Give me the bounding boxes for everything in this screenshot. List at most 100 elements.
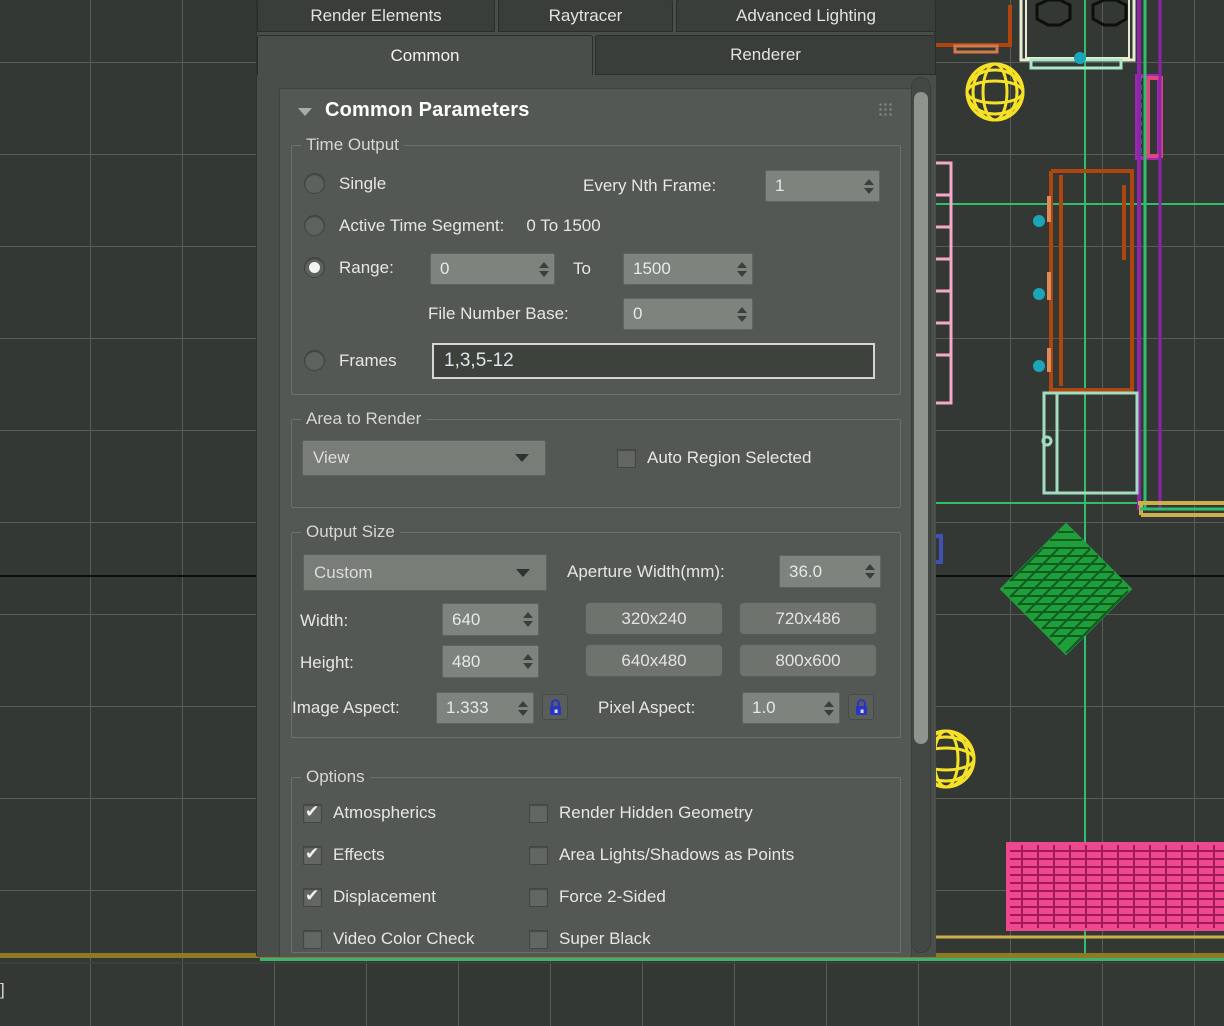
viewport-green-axis-horizontal [930,502,1224,504]
spinner-file-number-base[interactable]: 0 [623,298,753,330]
chevron-down-icon[interactable] [298,107,312,116]
render-setup-tabs-top: Render Elements Raytracer Advanced Light… [257,0,936,32]
checkbox-render-hidden-geometry[interactable] [529,803,548,823]
output-size-preset-value: Custom [314,562,373,582]
label-aperture-width: Aperture Width(mm): [567,562,725,581]
label-auto-region-selected: Auto Region Selected [647,448,812,467]
preset-button-320x240[interactable]: 320x240 [585,602,723,635]
radio-row-range[interactable]: Range: [304,257,394,278]
tab-advanced-lighting[interactable]: Advanced Lighting [676,0,936,32]
viewport-green-axis-vertical [1084,0,1086,960]
output-size-group: Output Size Custom Aperture Width(mm): 3… [291,522,901,738]
option-row-force-2-sided[interactable]: Force 2-Sided [529,887,666,907]
chevron-down-icon[interactable] [515,454,529,462]
width-value: 640 [452,609,481,629]
image-aspect-value: 1.333 [446,698,489,717]
option-row-render-hidden-geometry[interactable]: Render Hidden Geometry [529,803,753,823]
checkbox-force-2-sided[interactable] [529,887,548,907]
checkbox-super-black[interactable] [529,929,548,949]
every-nth-frame-stepper[interactable] [859,171,879,201]
spinner-aperture-width[interactable]: 36.0 [779,555,881,588]
checkbox-video-color-check[interactable] [303,929,322,949]
file-number-base-stepper[interactable] [732,299,752,329]
pixel-aspect-value: 1.0 [752,698,776,717]
option-row-effects[interactable]: Effects [303,843,385,865]
common-parameters-header[interactable]: Common Parameters [280,89,911,131]
checkbox-displacement[interactable] [303,885,322,907]
spinner-height[interactable]: 480 [442,645,539,678]
label-effects: Effects [333,845,385,864]
preset-button-640x480[interactable]: 640x480 [585,644,723,677]
rollout-title: Common Parameters [325,98,530,121]
radio-single[interactable] [304,173,325,194]
image-aspect-lock-button[interactable] [542,694,568,720]
checkbox-atmospherics[interactable] [303,801,322,823]
preset-button-800x600[interactable]: 800x600 [739,644,877,677]
value-active-time-segment: 0 To 1500 [526,215,601,235]
frames-value: 1,3,5-12 [444,350,514,371]
render-setup-panel: Render Elements Raytracer Advanced Light… [256,0,936,957]
pixel-aspect-stepper[interactable] [819,693,839,723]
file-number-base-value: 0 [633,304,643,323]
preset-button-720x486[interactable]: 720x486 [739,602,877,635]
checkbox-area-lights-shadows-as-points[interactable] [529,845,548,865]
option-row-video-color-check[interactable]: Video Color Check [303,929,474,949]
tab-raytracer[interactable]: Raytracer [498,0,673,32]
label-pixel-aspect: Pixel Aspect: [598,698,696,717]
aperture-width-value: 36.0 [789,561,823,581]
label-image-aspect: Image Aspect: [292,698,400,717]
range-to-stepper[interactable] [732,254,752,284]
area-to-render-group: Area to Render View Auto Region Selected [291,409,901,508]
viewport-green-line-upper [930,203,1224,205]
frames-input[interactable]: 1,3,5-12 [432,343,875,379]
chevron-down-icon[interactable] [516,568,530,577]
label-displacement: Displacement [333,887,436,906]
option-row-area-lights-shadows-as-points[interactable]: Area Lights/Shadows as Points [529,845,794,865]
checkbox-effects[interactable] [303,843,322,865]
radio-row-single[interactable]: Single [304,173,386,194]
options-group: Options Atmospherics Effects Displacemen… [291,767,901,953]
viewport-label: e] [0,980,6,999]
viewport-green-boundary [260,958,1224,961]
area-to-render-dropdown[interactable]: View [302,440,546,476]
spinner-width[interactable]: 640 [442,603,539,636]
range-from-stepper[interactable] [534,254,554,284]
pixel-aspect-lock-button[interactable] [848,694,874,720]
radio-range[interactable] [304,257,325,278]
range-from-value: 0 [440,259,450,278]
label-atmospherics: Atmospherics [333,803,436,822]
output-size-group-label: Output Size [301,522,400,542]
radio-row-frames[interactable]: Frames [304,350,397,371]
auto-region-selected-row[interactable]: Auto Region Selected [617,448,811,468]
grip-dots-icon[interactable] [878,102,893,117]
label-active-time-segment: Active Time Segment: [339,215,505,235]
aperture-width-stepper[interactable] [860,556,880,587]
panel-scrollbar-thumb[interactable] [914,92,928,744]
option-row-super-black[interactable]: Super Black [529,929,651,949]
image-aspect-stepper[interactable] [513,693,533,723]
render-setup-scroll-area: Common Parameters Time Output Single Eve… [257,75,936,957]
height-stepper[interactable] [518,646,538,677]
spinner-range-from[interactable]: 0 [430,253,555,285]
option-row-displacement[interactable]: Displacement [303,885,436,907]
panel-vertical-scrollbar[interactable] [911,77,931,953]
viewport-lower-pane[interactable] [0,962,1224,1026]
radio-frames[interactable] [304,350,325,371]
spinner-pixel-aspect[interactable]: 1.0 [742,692,840,724]
label-width: Width: [300,611,349,630]
spinner-range-to[interactable]: 1500 [623,253,753,285]
label-super-black: Super Black [559,929,651,948]
radio-row-active-time-segment[interactable]: Active Time Segment: 0 To 1500 [304,215,601,236]
spinner-image-aspect[interactable]: 1.333 [436,692,534,724]
tab-common[interactable]: Common [257,35,593,75]
spinner-every-nth-frame[interactable]: 1 [765,170,880,202]
options-group-label: Options [301,767,370,787]
tab-render-elements[interactable]: Render Elements [257,0,495,32]
option-row-atmospherics[interactable]: Atmospherics [303,801,436,823]
radio-active-time-segment[interactable] [304,215,325,236]
tab-renderer[interactable]: Renderer [595,35,936,75]
lock-icon [855,698,867,715]
width-stepper[interactable] [518,604,538,635]
output-size-preset-dropdown[interactable]: Custom [303,554,547,591]
checkbox-auto-region-selected[interactable] [617,448,636,468]
